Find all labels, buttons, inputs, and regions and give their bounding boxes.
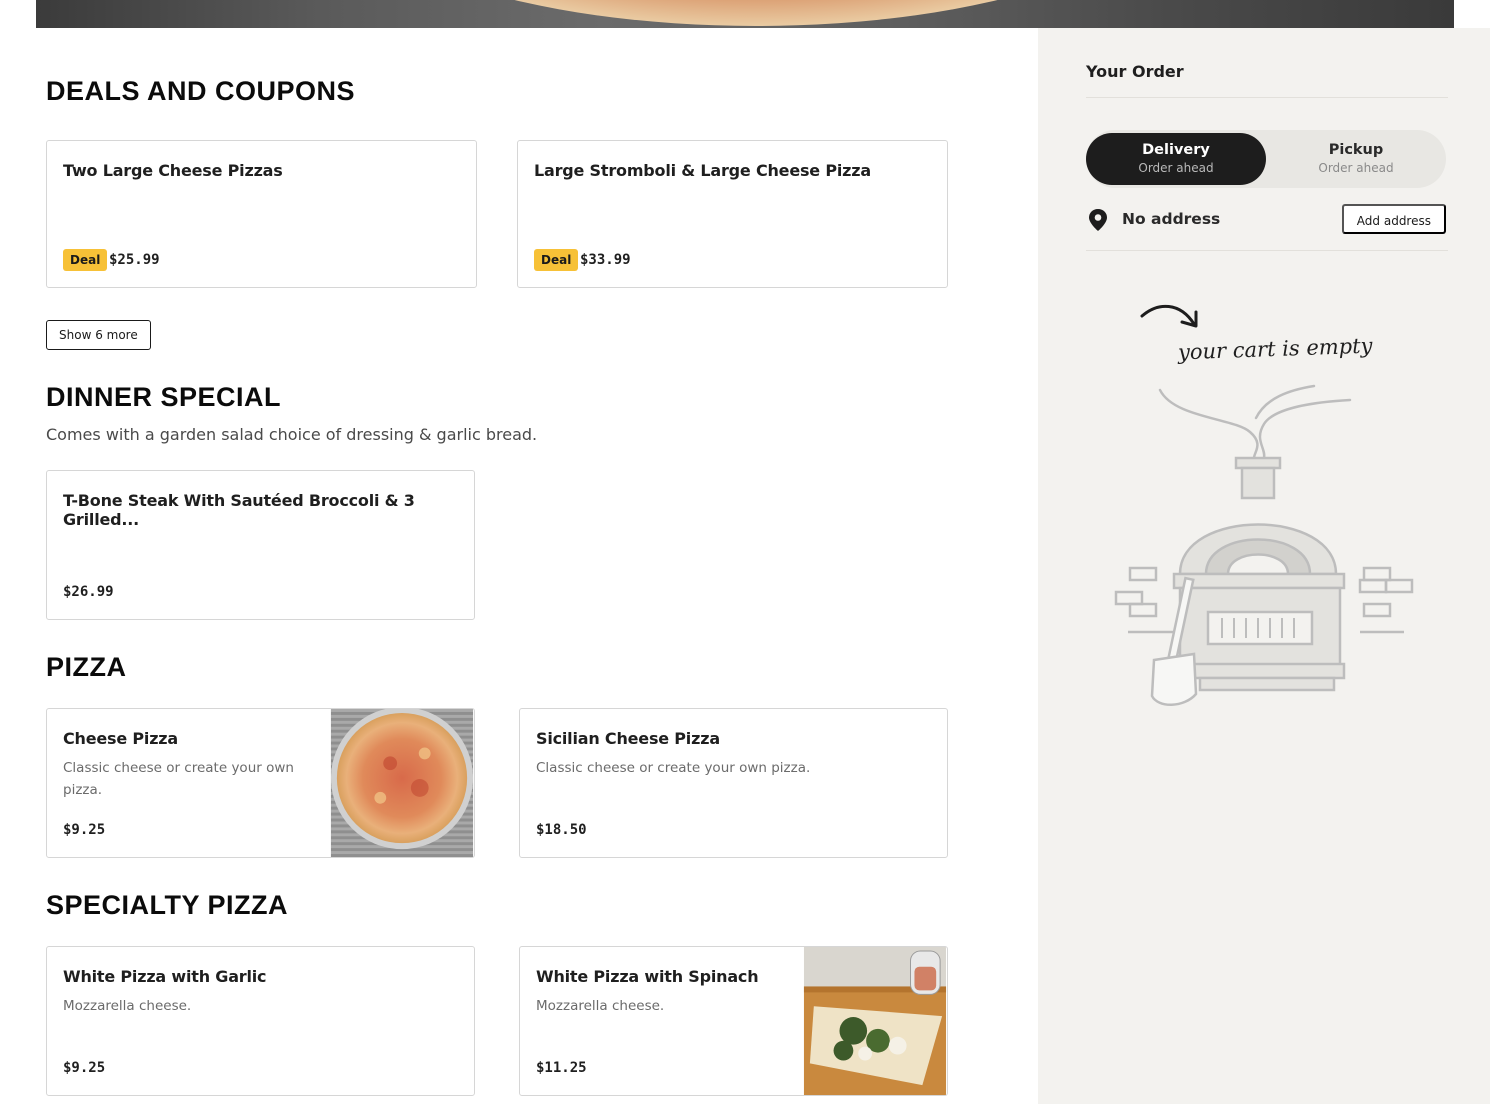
curved-arrow-icon <box>1140 304 1198 328</box>
show-more-button[interactable]: Show 6 more <box>46 320 151 350</box>
empty-cart-caption: your cart is empty <box>1177 333 1373 365</box>
menu-item-card[interactable]: Sicilian Cheese Pizza Classic cheese or … <box>519 708 948 858</box>
menu-item-price: $11.25 <box>536 1060 587 1076</box>
deal-badge: Deal <box>63 249 108 271</box>
pizza-banner-photo <box>336 0 1176 26</box>
menu-item-description: Mozzarella cheese. <box>536 998 665 1014</box>
menu-item-description: Classic cheese or create your own pizza. <box>63 757 294 801</box>
menu-item-name: Large Stromboli & Large Cheese Pizza <box>534 161 871 180</box>
add-address-button[interactable]: Add address <box>1341 204 1446 234</box>
menu-item-description: Mozzarella cheese. <box>63 998 192 1014</box>
pickup-label: Pickup <box>1328 142 1384 158</box>
section-title-deals: DEALS AND COUPONS <box>46 76 356 106</box>
section-title-specialty-pizza: SPECIALTY PIZZA <box>46 890 289 920</box>
menu-item-name: Sicilian Cheese Pizza <box>536 729 720 748</box>
menu-item-card[interactable]: T-Bone Steak With Sautéed Broccoli & 3 G… <box>46 470 475 620</box>
delivery-label: Delivery <box>1142 142 1210 158</box>
menu-item-price: $18.50 <box>536 822 587 838</box>
section-description: Comes with a garden salad choice of dres… <box>46 425 538 444</box>
description-line: pizza. <box>63 782 103 798</box>
menu-item-price: $9.25 <box>63 822 106 838</box>
delivery-sub-label: Order ahead <box>1138 161 1214 175</box>
delivery-option[interactable]: Delivery Order ahead <box>1086 133 1266 185</box>
address-text: No address <box>1122 210 1221 228</box>
location-pin-icon <box>1089 209 1107 231</box>
menu-item-card[interactable]: Large Stromboli & Large Cheese Pizza Dea… <box>517 140 948 288</box>
menu-item-price: $33.99 <box>580 252 631 268</box>
menu-item-price: $25.99 <box>109 252 160 268</box>
menu-item-name: Cheese Pizza <box>63 729 179 748</box>
pickup-option[interactable]: Pickup Order ahead <box>1266 133 1446 185</box>
divider <box>1086 250 1448 251</box>
order-sidebar: Your Order Delivery Order ahead Pickup O… <box>1038 28 1490 1104</box>
order-title: Your Order <box>1086 62 1184 81</box>
deal-badge: Deal <box>534 249 579 271</box>
hero-banner-image <box>36 0 1454 28</box>
menu-item-price: $9.25 <box>63 1060 106 1076</box>
menu-item-card[interactable]: White Pizza with Spinach Mozzarella chee… <box>519 946 948 1096</box>
menu-item-name: White Pizza with Garlic <box>63 967 267 986</box>
divider <box>1086 97 1448 98</box>
menu-item-card[interactable]: Two Large Cheese Pizzas Deal $25.99 <box>46 140 477 288</box>
menu-item-name: White Pizza with Spinach <box>536 967 759 986</box>
description-line: Classic cheese or create your own <box>63 760 294 776</box>
fulfillment-toggle: Delivery Order ahead Pickup Order ahead <box>1086 130 1446 188</box>
section-title-pizza: PIZZA <box>46 652 127 682</box>
menu-item-description: Classic cheese or create your own pizza. <box>536 760 811 776</box>
menu-item-card[interactable]: White Pizza with Garlic Mozzarella chees… <box>46 946 475 1096</box>
pickup-sub-label: Order ahead <box>1318 161 1394 175</box>
menu-item-card[interactable]: Cheese Pizza Classic cheese or create yo… <box>46 708 475 858</box>
cheese-pizza-photo <box>330 709 474 857</box>
pizza-oven-illustration <box>1114 384 1414 706</box>
section-title-dinner-special: DINNER SPECIAL <box>46 382 282 412</box>
spinach-pizza-photo <box>803 947 947 1095</box>
menu-item-name: Two Large Cheese Pizzas <box>63 161 283 180</box>
address-row: No address Add address <box>1086 202 1446 238</box>
menu-item-price: $26.99 <box>63 584 114 600</box>
menu-item-name: T-Bone Steak With Sautéed Broccoli & 3 G… <box>63 491 415 529</box>
